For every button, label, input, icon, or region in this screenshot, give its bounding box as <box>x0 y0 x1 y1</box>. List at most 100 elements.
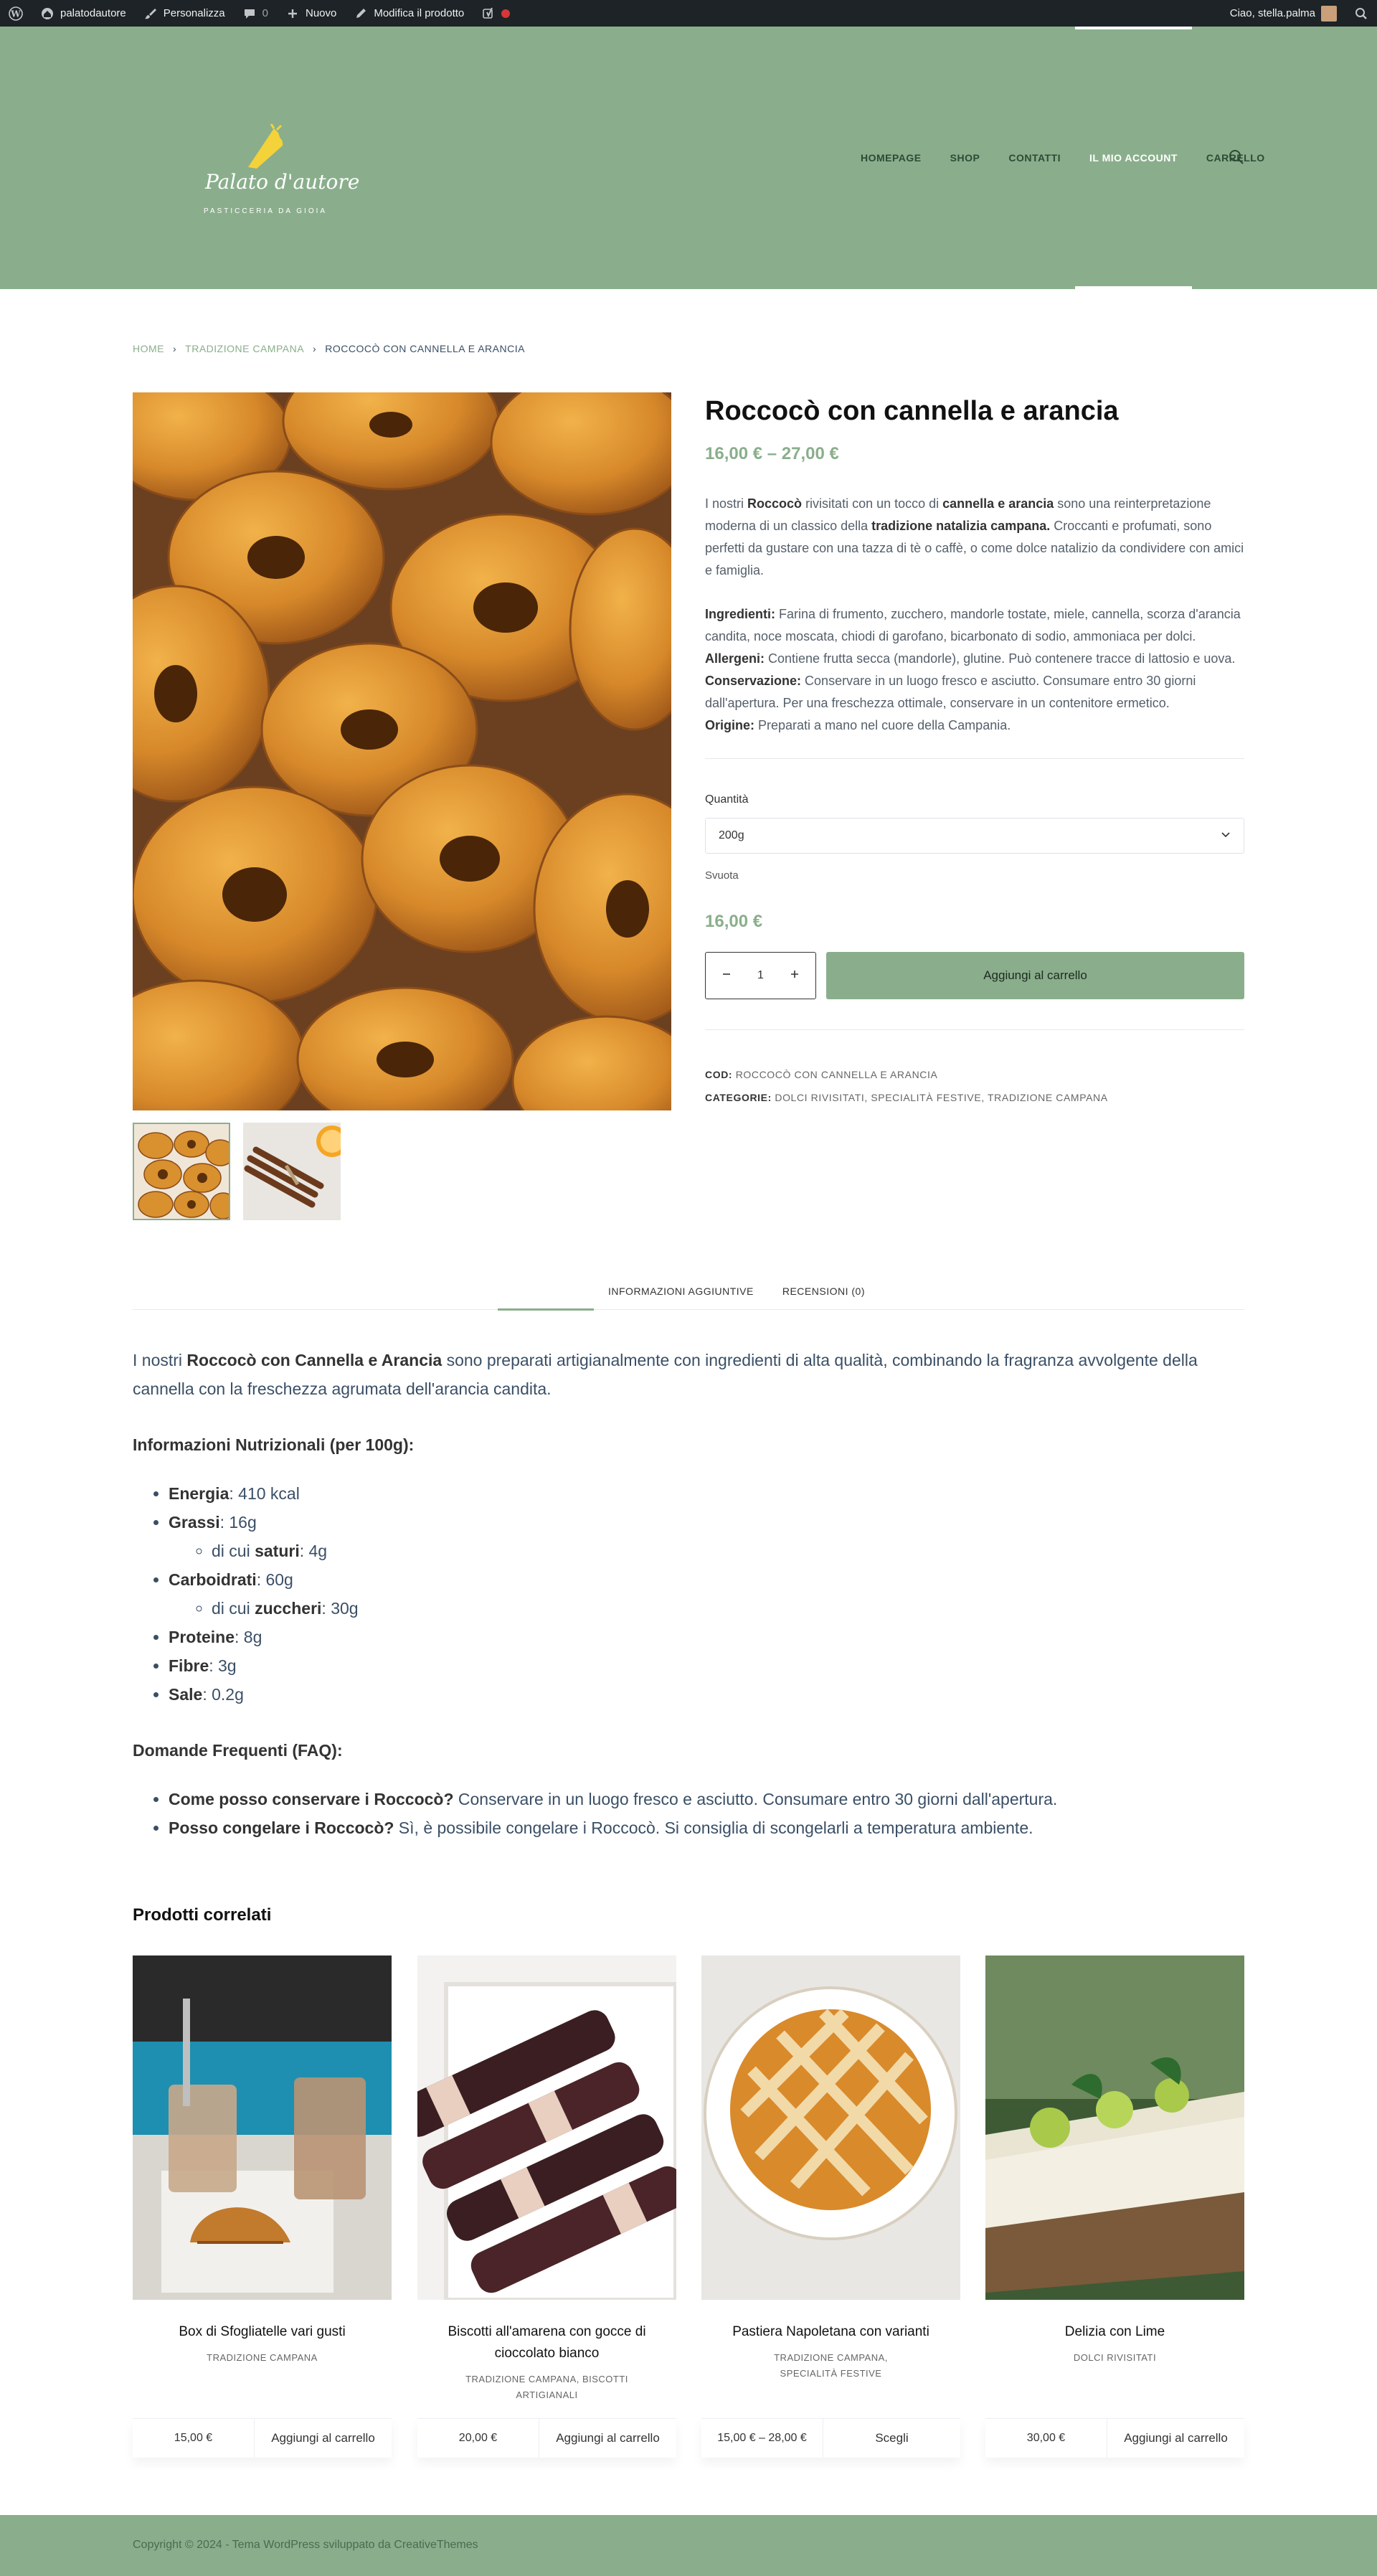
product-price: 15,00 € <box>133 2419 255 2458</box>
add-to-cart-button[interactable]: Aggiungi al carrello <box>826 952 1244 999</box>
quantity-select[interactable]: 200g <box>705 818 1244 854</box>
home-icon <box>40 6 55 21</box>
product-details: Ingredienti: Farina di frumento, zuccher… <box>705 603 1244 737</box>
customize-label: Personalizza <box>163 7 225 19</box>
list-item: Energia: 410 kcal <box>169 1479 1244 1508</box>
quantity-value[interactable]: 1 <box>757 969 764 982</box>
list-item: Come posso conservare i Roccocò? Conserv… <box>169 1785 1244 1813</box>
seo-status-dot <box>501 9 511 18</box>
related-product-card[interactable]: Box di Sfogliatelle vari gusti TRADIZION… <box>133 1955 392 2458</box>
edit-product-link[interactable]: Modifica il prodotto <box>345 0 473 27</box>
biscotti-amarena-photo <box>417 1955 676 2300</box>
card-footer: 30,00 € Aggiungi al carrello <box>985 2418 1244 2458</box>
product-image[interactable] <box>417 1955 676 2300</box>
site-logo[interactable]: Palato d'autore PASTICCERIA DA GIOIA <box>199 120 359 220</box>
product-image[interactable] <box>701 1955 960 2300</box>
product-name[interactable]: Box di Sfogliatelle vari gusti <box>133 2321 392 2343</box>
product-thumbnail-2[interactable] <box>243 1123 341 1220</box>
comments-link[interactable]: 0 <box>234 0 277 27</box>
brush-icon <box>143 6 158 21</box>
minus-icon <box>723 973 730 975</box>
header-search-button[interactable] <box>1228 148 1245 166</box>
ingredients-label: Ingredienti: <box>705 607 775 621</box>
sfogliatelle-photo <box>133 1955 392 2300</box>
site-name-link[interactable]: palatodautore <box>32 0 135 27</box>
list-item: Carboidrati: 60g di cui zuccheri: 30g <box>169 1565 1244 1623</box>
sku-value: ROCCOCÒ CON CANNELLA E ARANCIA <box>735 1069 938 1080</box>
clear-selection-link[interactable]: Svuota <box>705 869 1244 882</box>
comments-count: 0 <box>262 7 268 19</box>
choose-options-button[interactable]: Scegli <box>823 2419 960 2458</box>
avatar <box>1321 5 1337 22</box>
customize-link[interactable]: Personalizza <box>135 0 234 27</box>
related-product-card[interactable]: Delizia con Lime DOLCI RIVISITATI 30,00 … <box>985 1955 1244 2458</box>
description-intro: I nostri Roccocò rivisitati con un tocco… <box>705 496 1244 577</box>
tab-reviews[interactable]: RECENSIONI (0) <box>768 1277 879 1310</box>
category-link[interactable]: SPECIALITÀ FESTIVE <box>871 1092 981 1103</box>
add-to-cart-button[interactable]: Aggiungi al carrello <box>1107 2419 1244 2458</box>
description-paragraph: I nostri Roccocò con Cannella e Arancia … <box>133 1351 1198 1398</box>
related-product-card[interactable]: Pastiera Napoletana con varianti TRADIZI… <box>701 1955 960 2458</box>
svg-text:W: W <box>10 9 21 19</box>
product-image[interactable] <box>133 1955 392 2300</box>
category-link[interactable]: DOLCI RIVISITATI <box>775 1092 864 1103</box>
product-main-image[interactable] <box>133 392 671 1110</box>
add-to-cart-button[interactable]: Aggiungi al carrello <box>255 2419 392 2458</box>
my-account-menu[interactable]: Ciao, stella.palma <box>1221 0 1345 27</box>
edit-product-label: Modifica il prodotto <box>374 7 465 19</box>
breadcrumb-home[interactable]: HOME <box>133 343 164 354</box>
card-footer: 20,00 € Aggiungi al carrello <box>417 2418 676 2458</box>
plus-icon <box>791 970 798 978</box>
categories-row: CATEGORIE: DOLCI RIVISITATI, SPECIALITÀ … <box>705 1092 1108 1103</box>
product-name[interactable]: Biscotti all'amarena con gocce di ciocco… <box>417 2321 676 2364</box>
main-navigation: HOMEPAGE SHOP CONTATTI IL MIO ACCOUNT CA… <box>846 27 1279 289</box>
product-description: I nostri Roccocò con Cannella e Arancia … <box>133 1346 1244 1842</box>
product-image[interactable] <box>985 1955 1244 2300</box>
plus-icon <box>285 6 300 21</box>
yoast-seo-button[interactable] <box>473 0 519 27</box>
copyright-text: Copyright © 2024 - Tema WordPress svilup… <box>133 2539 478 2551</box>
list-item: Fibre: 3g <box>169 1651 1244 1680</box>
tab-description[interactable] <box>498 1277 594 1311</box>
product-thumbnail-1[interactable] <box>133 1123 230 1220</box>
category-link[interactable]: TRADIZIONE CAMPANA <box>988 1092 1108 1103</box>
related-product-card[interactable]: Biscotti all'amarena con gocce di ciocco… <box>417 1955 676 2458</box>
chevron-right-icon: › <box>313 343 317 354</box>
product-name[interactable]: Pastiera Napoletana con varianti <box>701 2321 960 2343</box>
nav-shop[interactable]: SHOP <box>936 27 995 289</box>
variation-price: 16,00 € <box>705 912 763 931</box>
nav-my-account[interactable]: IL MIO ACCOUNT <box>1075 27 1192 289</box>
new-content-link[interactable]: Nuovo <box>277 0 345 27</box>
product-tabs: INFORMAZIONI AGGIUNTIVE RECENSIONI (0) <box>133 1277 1244 1311</box>
user-greeting: Ciao, stella.palma <box>1229 7 1315 19</box>
wordpress-logo-button[interactable]: W <box>0 0 32 27</box>
breadcrumb: HOME › TRADIZIONE CAMPANA › ROCCOCÒ CON … <box>133 343 525 354</box>
product-category: TRADIZIONE CAMPANA, SPECIALITÀ FESTIVE <box>774 2352 888 2379</box>
add-to-cart-button[interactable]: Aggiungi al carrello <box>539 2419 676 2458</box>
allergens-text: Contiene frutta secca (mandorle), glutin… <box>765 651 1236 666</box>
delizia-lime-photo <box>985 1955 1244 2300</box>
related-products-title: Prodotti correlati <box>133 1905 272 1925</box>
chevron-down-icon <box>1221 829 1231 842</box>
add-to-cart-row: 1 Aggiungi al carrello <box>705 952 1244 999</box>
nutrition-heading: Informazioni Nutrizionali (per 100g): <box>133 1435 415 1454</box>
comment-icon <box>242 6 257 21</box>
minus-button[interactable] <box>721 969 732 983</box>
product-price: 30,00 € <box>985 2419 1107 2458</box>
quantity-label: Quantità <box>705 793 749 806</box>
product-price-range: 16,00 € – 27,00 € <box>705 444 839 463</box>
breadcrumb-current: ROCCOCÒ CON CANNELLA E ARANCIA <box>325 343 525 354</box>
card-footer: 15,00 € – 28,00 € Scegli <box>701 2418 960 2458</box>
list-item: Grassi: 16g di cui saturi: 4g <box>169 1508 1244 1565</box>
admin-search-button[interactable] <box>1345 0 1377 27</box>
product-name[interactable]: Delizia con Lime <box>985 2321 1244 2343</box>
divider <box>705 758 1244 759</box>
nav-contatti[interactable]: CONTATTI <box>994 27 1075 289</box>
plus-button[interactable] <box>790 969 800 983</box>
breadcrumb-category[interactable]: TRADIZIONE CAMPANA <box>185 343 304 354</box>
site-header: Palato d'autore PASTICCERIA DA GIOIA HOM… <box>0 27 1377 289</box>
tab-additional-info[interactable]: INFORMAZIONI AGGIUNTIVE <box>594 1277 768 1310</box>
nav-homepage[interactable]: HOMEPAGE <box>846 27 936 289</box>
divider <box>705 1029 1244 1030</box>
sku-row: COD: ROCCOCÒ CON CANNELLA E ARANCIA <box>705 1063 1244 1086</box>
